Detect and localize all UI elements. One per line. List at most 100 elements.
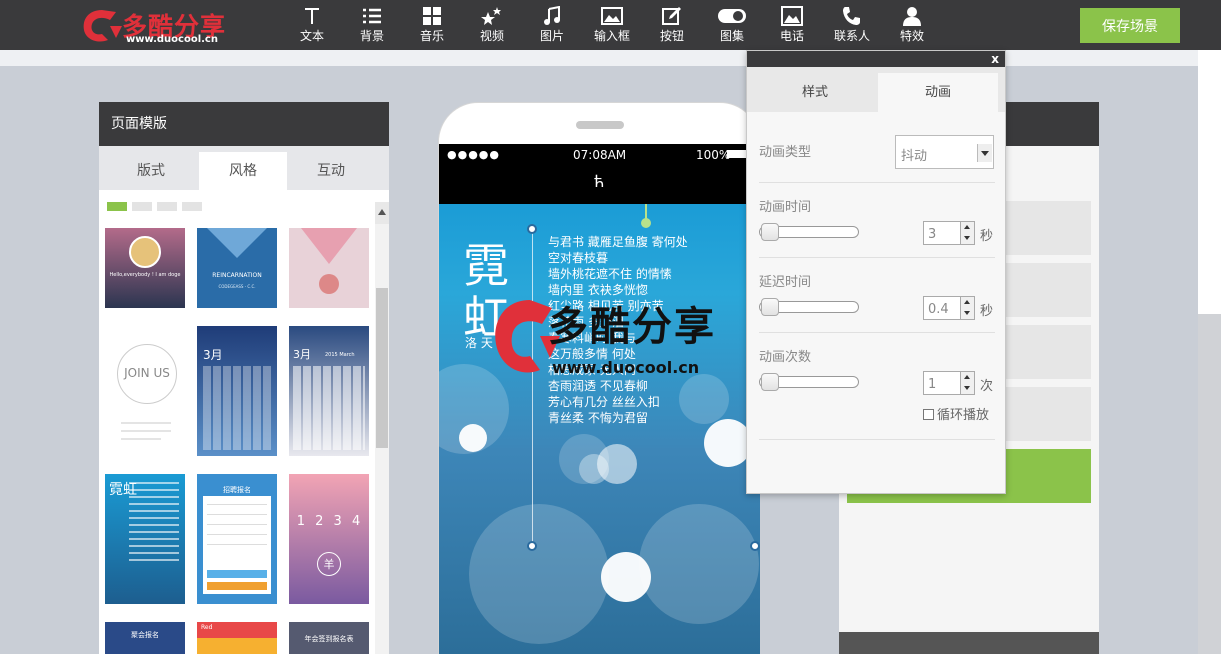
stepper-down-icon[interactable] xyxy=(961,383,974,394)
template-panel-title: 页面模版 xyxy=(99,102,389,146)
bokeh-bubble xyxy=(639,504,759,624)
tool-input-button[interactable]: 输入框 xyxy=(587,6,637,46)
stepper-down-icon[interactable] xyxy=(961,308,974,319)
count-stepper[interactable]: 1 xyxy=(923,371,975,395)
thumb-caption: 1 2 3 4 xyxy=(296,514,364,529)
template-scrollbar[interactable] xyxy=(375,202,389,654)
loop-label: 循环播放 xyxy=(937,408,990,423)
music-note-icon xyxy=(544,6,560,25)
battery-level: 100% xyxy=(696,148,731,162)
template-page-3[interactable] xyxy=(157,202,177,211)
template-scrollbar-thumb[interactable] xyxy=(376,288,388,448)
save-scene-button[interactable]: 保存场景 xyxy=(1080,8,1180,43)
thumb-caption: Hello,everybody ! I am doge xyxy=(109,272,181,278)
tool-label: 图片 xyxy=(539,29,564,43)
logo-mark-icon xyxy=(83,10,122,42)
template-thumb-year-end[interactable]: 年会签到报名表 xyxy=(289,622,369,654)
page-scrollbar-thumb[interactable] xyxy=(1198,314,1221,654)
duration-slider[interactable] xyxy=(759,223,859,241)
slider-handle[interactable] xyxy=(761,298,779,316)
edit-icon xyxy=(662,7,681,25)
template-page-1[interactable] xyxy=(107,202,127,211)
watermark-url: www.duocool.cn xyxy=(552,358,700,377)
tool-effects-button[interactable]: 特效 xyxy=(887,6,937,46)
tool-label: 视频 xyxy=(479,29,504,43)
stepper-up-icon[interactable] xyxy=(961,372,974,383)
stepper-buttons[interactable] xyxy=(960,372,974,394)
thumb-caption: REINCARNATION xyxy=(212,272,262,279)
tool-contact-button[interactable]: 联系人 xyxy=(827,6,877,46)
resize-handle[interactable] xyxy=(527,541,537,551)
tool-label: 文本 xyxy=(299,29,324,43)
template-page-2[interactable] xyxy=(132,202,152,211)
page-scrollbar[interactable] xyxy=(1198,50,1221,654)
phone-speaker xyxy=(576,121,624,129)
template-thumb-numbers[interactable]: 1 2 3 4 羊 xyxy=(289,474,369,604)
phone-screen[interactable]: 霓虹 洛 天 依 与君书 藏雁足鱼腹 寄何处 空对春枝暮 墙外桃花遮不住 的情愫… xyxy=(439,204,760,654)
tool-gallery-button[interactable]: 图集 xyxy=(707,6,757,46)
template-thumb-march-calendar-2[interactable]: 3月 2015 March xyxy=(289,326,369,456)
stepper-up-icon[interactable] xyxy=(961,222,974,233)
delay-slider[interactable] xyxy=(759,298,859,316)
stepper-up-icon[interactable] xyxy=(961,297,974,308)
divider xyxy=(759,257,995,258)
list-icon xyxy=(363,8,381,24)
tab-animation[interactable]: 动画 xyxy=(878,73,998,112)
tool-label: 联系人 xyxy=(833,29,870,43)
slider-handle[interactable] xyxy=(761,373,779,391)
stepper-buttons[interactable] xyxy=(960,297,974,319)
delay-unit: 秒 xyxy=(980,304,994,319)
template-page-4[interactable] xyxy=(182,202,202,211)
template-thumb-register[interactable]: 招聘报名 xyxy=(197,474,277,604)
thumb-caption: 年会签到报名表 xyxy=(304,635,354,643)
scroll-up-button[interactable] xyxy=(375,202,389,224)
tool-background-button[interactable]: 背景 xyxy=(347,6,397,46)
thumb-caption: JOIN US xyxy=(124,366,170,380)
delay-stepper[interactable]: 0.4 xyxy=(923,296,975,320)
close-icon[interactable]: x xyxy=(991,51,999,67)
template-thumb-reincarnation[interactable]: REINCARNATION CODEGEASS - C.C. xyxy=(197,228,277,308)
template-thumb-join-us[interactable]: JOIN US xyxy=(105,326,185,456)
stepper-down-icon[interactable] xyxy=(961,233,974,244)
tool-label: 音乐 xyxy=(419,29,444,43)
template-panel: 页面模版 版式 风格 互动 Hello,everybody ! I am dog… xyxy=(99,102,389,654)
count-unit: 次 xyxy=(980,379,994,394)
tool-button-button[interactable]: 按钮 xyxy=(647,6,697,46)
tool-label: 特效 xyxy=(899,29,924,43)
tool-label: 输入框 xyxy=(593,29,630,43)
resize-handle[interactable] xyxy=(750,541,760,551)
template-thumb-neon[interactable]: 霓虹 xyxy=(105,474,185,604)
tab-layout[interactable]: 版式 xyxy=(107,152,195,190)
duration-stepper[interactable]: 3 xyxy=(923,221,975,245)
animation-type-select[interactable]: 抖动 xyxy=(895,135,994,169)
toggle-icon xyxy=(718,9,746,23)
template-thumb-party[interactable]: 聚会报名 xyxy=(105,622,185,654)
tab-interactive[interactable]: 互动 xyxy=(287,152,375,190)
logo[interactable]: 多酷分享 www.duocool.cn xyxy=(80,4,240,46)
tool-video-button[interactable]: 视频 xyxy=(467,6,517,46)
tool-text-button[interactable]: 文本 xyxy=(287,6,337,46)
divider xyxy=(759,182,995,183)
popup-tabs: 样式 动画 xyxy=(747,67,1005,112)
tool-music-button[interactable]: 音乐 xyxy=(407,6,457,46)
template-thumb-march-calendar[interactable]: 3月 xyxy=(197,326,277,456)
tab-style[interactable]: 风格 xyxy=(199,152,287,190)
count-slider[interactable] xyxy=(759,373,859,391)
animation-popup: x 样式 动画 动画类型 抖动 动画时间 3 秒 延迟时间 0.4 秒 动画次数… xyxy=(746,50,1006,494)
bokeh-bubble xyxy=(601,552,651,602)
thumb-caption: 3月 xyxy=(293,348,311,361)
tool-phone-button[interactable]: 电话 xyxy=(767,6,817,46)
checkbox-icon[interactable] xyxy=(923,409,934,420)
tab-style-props[interactable]: 样式 xyxy=(755,73,875,112)
grid-icon xyxy=(423,7,441,25)
loop-checkbox[interactable]: 循环播放 xyxy=(923,404,989,423)
animation-settings: 动画类型 抖动 动画时间 3 秒 延迟时间 0.4 秒 动画次数 1 次 循环播… xyxy=(747,112,1005,493)
top-toolbar: 多酷分享 www.duocool.cn 文本 背景 音乐 视频 图片 输入框 按… xyxy=(0,0,1221,50)
tool-image-button[interactable]: 图片 xyxy=(527,6,577,46)
template-thumb-red[interactable]: Red xyxy=(197,622,277,654)
stepper-buttons[interactable] xyxy=(960,222,974,244)
property-panel-footer xyxy=(839,632,1099,654)
template-thumb-doge[interactable]: Hello,everybody ! I am doge xyxy=(105,228,185,308)
template-thumb-petals[interactable] xyxy=(289,228,369,308)
slider-handle[interactable] xyxy=(761,223,779,241)
